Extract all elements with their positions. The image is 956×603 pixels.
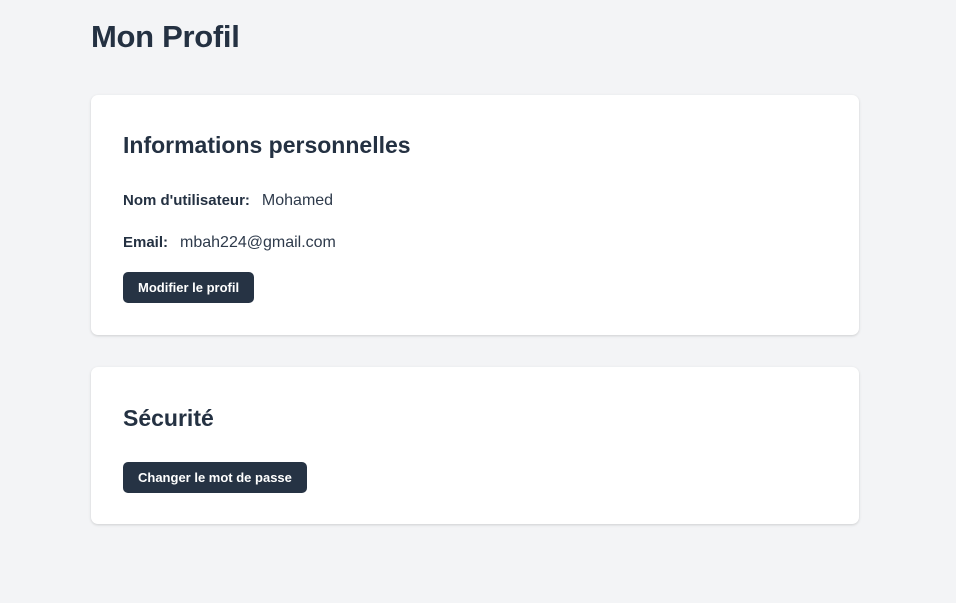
security-title: Sécurité (123, 405, 214, 431)
email-value: mbah224@gmail.com (180, 234, 336, 251)
page-title: Mon Profil (91, 19, 240, 54)
username-label: Nom d'utilisateur: (123, 192, 250, 209)
change-password-button[interactable]: Changer le mot de passe (123, 462, 307, 493)
personal-info-title: Informations personnelles (123, 132, 411, 158)
username-row: Nom d'utilisateur: Mohamed (123, 192, 333, 210)
email-label: Email: (123, 234, 169, 251)
edit-profile-button[interactable]: Modifier le profil (123, 272, 255, 303)
email-row: Email: mbah224@gmail.com (123, 234, 336, 252)
security-card: Sécurité Changer le mot de passe (91, 367, 859, 524)
personal-info-card: Informations personnelles Nom d'utilisat… (91, 95, 859, 335)
username-value: Mohamed (261, 192, 334, 209)
